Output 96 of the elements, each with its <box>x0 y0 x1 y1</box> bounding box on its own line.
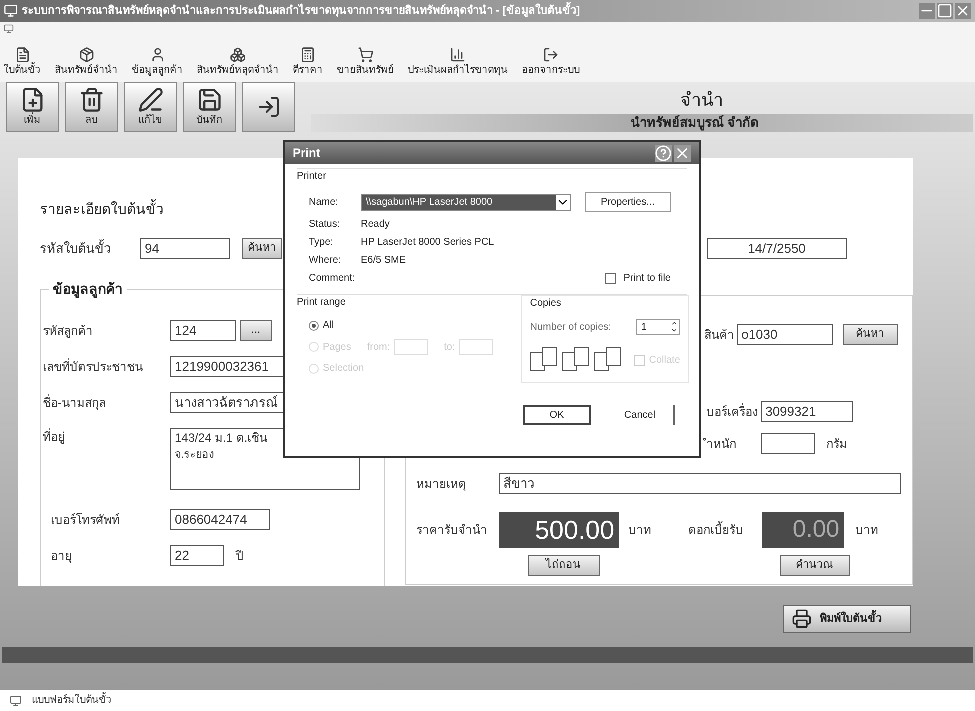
field-label: ราคารับจำนำ <box>416 522 489 539</box>
close-icon[interactable] <box>955 3 971 19</box>
print-ticket-button[interactable]: พิมพ์ใบต้นขั้ว <box>783 605 911 633</box>
document-icon <box>14 47 30 63</box>
action-button[interactable]: ลบ <box>65 82 118 132</box>
dialog-title: Print <box>293 145 320 162</box>
price-display: 500.00 <box>498 512 619 548</box>
package-icon <box>78 47 94 63</box>
text-field[interactable]: 0866042474 <box>170 509 270 530</box>
push-button[interactable]: ไถ่ถอน <box>528 555 600 576</box>
cart-icon <box>358 47 374 63</box>
info-label: Status: <box>309 218 342 232</box>
text-field[interactable]: 124 <box>170 320 236 341</box>
text-field[interactable]: 22 <box>170 545 224 566</box>
text-field[interactable]: 14/7/2550 <box>707 238 847 259</box>
field-label: Name: <box>309 196 340 210</box>
group-title: Printer <box>297 171 326 182</box>
action-button[interactable]: เพิ่ม <box>6 82 59 132</box>
field-label: หมายเหตุ <box>416 476 468 492</box>
field-label: Number of copies: <box>530 320 612 334</box>
printer-dropdown[interactable]: \\sagabun\HP LaserJet 8000 <box>361 194 571 210</box>
push-button[interactable]: ค้นหา <box>242 238 282 259</box>
text-field[interactable]: 3099321 <box>760 401 853 422</box>
group-title: ข้อมูลลูกค้า <box>49 279 127 300</box>
push-button[interactable]: คำนวณ <box>780 555 850 576</box>
field-label: กรัม <box>826 436 848 452</box>
field-label: บอร์เครื่อง <box>706 402 760 420</box>
boxes-icon <box>230 47 246 63</box>
field-label: เบอร์โทรศัพท์ <box>50 512 121 528</box>
company-name: นำทรัพย์สมบูรณ์ จำกัด <box>631 114 759 133</box>
properties-button[interactable]: Properties... <box>585 192 671 212</box>
field-text: 143/24 ม.1 ต.เชิน <box>175 430 268 447</box>
field-label: ที่อยู่ <box>43 428 66 446</box>
pen-icon <box>138 86 164 112</box>
field-label: รหัสใบต้นขั้ว <box>40 238 112 258</box>
info-value: E6/5 SME <box>361 254 406 268</box>
field-label: บาท <box>856 522 879 539</box>
field-label: ดอกเบี้ยรับ <box>688 521 745 539</box>
help-icon[interactable] <box>655 144 672 162</box>
radio-button[interactable] <box>309 320 319 330</box>
window-title: ระบบการพิจารณาสินทรัพย์หลุดจำนำและการประเมินผลกำไรขาดทุนจากการขายสินทรัพย์หลุดจำนำ - [ข้อมูลใบต้นขั้ว] <box>22 2 580 20</box>
toolbar-button[interactable]: ประเมินผลกำไรขาดทุน <box>408 47 508 78</box>
push-button[interactable]: ... <box>240 320 272 341</box>
info-value: Ready <box>361 218 390 232</box>
group-title: Copies <box>530 298 562 309</box>
info-value: HP LaserJet 8000 Series PCL <box>361 236 494 250</box>
printer-icon <box>792 609 812 629</box>
info-label: Comment: <box>309 272 356 286</box>
toolbar-button[interactable]: ขายสินทรัพย์ <box>337 47 394 78</box>
toolbar-button[interactable]: ออกจากระบบ <box>522 47 580 78</box>
app-icon <box>4 4 18 18</box>
text-field[interactable]: สีขาว <box>498 473 901 494</box>
toolbar-button[interactable]: ใบต้นขั้ว <box>4 47 41 78</box>
to-field[interactable] <box>459 339 494 355</box>
minimize-icon[interactable] <box>919 3 935 19</box>
text-field[interactable] <box>760 433 815 454</box>
copies-spinner[interactable]: 1 <box>636 319 680 335</box>
interest-display: 0.00 <box>762 512 844 548</box>
text-field[interactable]: 94 <box>140 238 230 259</box>
calculator-icon <box>300 47 316 63</box>
close-icon[interactable] <box>674 144 691 162</box>
action-button[interactable] <box>242 82 295 132</box>
group-title: Print range <box>297 297 346 308</box>
maximize-icon[interactable] <box>937 3 953 19</box>
field-text: จ.ระยอง <box>175 448 214 463</box>
toolbar-button[interactable]: ข้อมูลลูกค้า <box>132 47 183 78</box>
action-button[interactable]: บันทึก <box>183 82 236 132</box>
field-label: ชื่อ-นามสกุล <box>43 394 107 412</box>
field-label: ปี <box>236 548 244 564</box>
form-heading: รายละเอียดใบต้นขั้ว <box>40 201 164 217</box>
checkbox[interactable] <box>604 272 616 284</box>
info-label: Type: <box>309 236 334 250</box>
status-text: แบบฟอร์มใบต้นขั้ว <box>32 693 112 708</box>
checkbox-label: Print to file <box>624 272 671 286</box>
from-field[interactable] <box>394 339 428 355</box>
field-label: อายุ <box>50 548 73 564</box>
enter-icon <box>256 95 280 119</box>
push-button[interactable]: ค้นหา <box>842 324 898 345</box>
user-icon <box>150 47 166 63</box>
field-label: สินค้า <box>704 326 736 344</box>
text-field[interactable]: o1030 <box>736 324 833 345</box>
field-label: บาท <box>628 522 653 539</box>
trash-icon <box>78 86 104 112</box>
field-label: รหัสลูกค้า <box>43 322 94 340</box>
action-button[interactable]: แก้ไข <box>124 82 177 132</box>
radio-label: All <box>323 319 334 333</box>
info-label: Where: <box>309 254 342 268</box>
bar-chart-icon <box>450 47 466 63</box>
toolbar-button[interactable]: สินทรัพย์หลุดจำนำ <box>197 47 279 78</box>
logout-icon <box>543 47 559 63</box>
header-title: จำนำ <box>680 89 724 112</box>
toolbar-button[interactable]: ตีราคา <box>293 47 323 78</box>
toolbar-button[interactable]: สินทรัพย์จำนำ <box>55 47 118 78</box>
field-label: เลขที่บัตรประชาชน <box>43 358 144 376</box>
save-icon <box>196 86 222 112</box>
ok-button[interactable]: OK <box>523 405 591 425</box>
